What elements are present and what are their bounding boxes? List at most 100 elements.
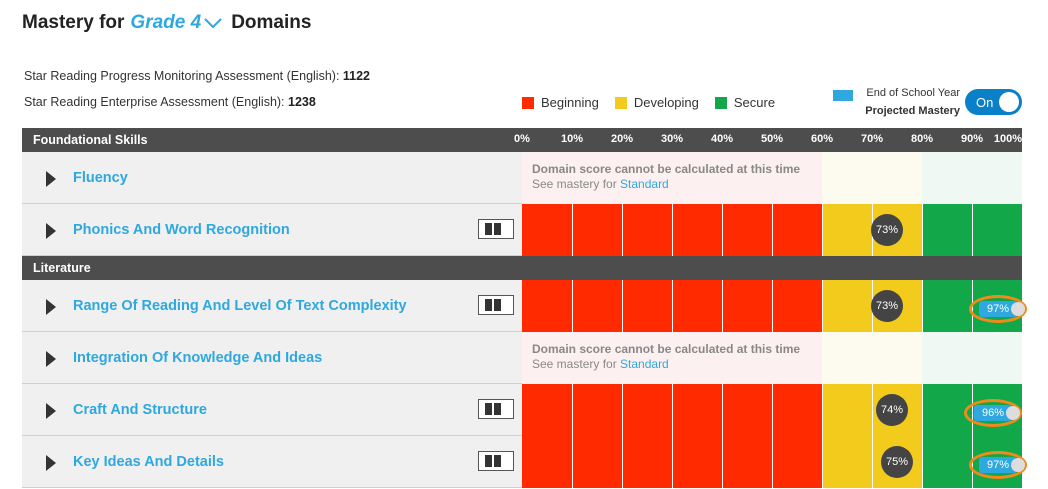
mastery-segment bbox=[522, 384, 572, 436]
legend-label: Developing bbox=[633, 95, 699, 110]
projection-label: End of School Year Projected Mastery bbox=[865, 84, 960, 120]
mastery-zone bbox=[822, 152, 872, 204]
mastery-segment bbox=[572, 204, 622, 256]
mastery-segment bbox=[822, 204, 872, 256]
group-name: Literature bbox=[33, 261, 91, 275]
projected-score-marker: 97% bbox=[969, 295, 1027, 323]
chevron-down-icon[interactable] bbox=[203, 13, 223, 33]
domain-name-link[interactable]: Phonics And Word Recognition bbox=[73, 204, 473, 256]
domain-name-link[interactable]: Craft And Structure bbox=[73, 384, 473, 436]
projected-score-marker: 96% bbox=[964, 399, 1022, 427]
view-icon-block bbox=[494, 299, 501, 311]
mastery-zone bbox=[872, 332, 922, 384]
expand-arrow-icon[interactable] bbox=[46, 351, 56, 367]
projected-score-pill: 97% bbox=[979, 457, 1025, 473]
view-icon-block bbox=[485, 455, 492, 467]
projected-score-marker: 97% bbox=[969, 451, 1027, 479]
scale-tick: 20% bbox=[610, 133, 634, 145]
mastery-segment bbox=[672, 280, 722, 332]
current-score-marker: 73% bbox=[871, 290, 903, 322]
expand-arrow-icon[interactable] bbox=[46, 299, 56, 315]
domain-row: Key Ideas And Details 75% 97% bbox=[22, 436, 1027, 488]
standards-view-button[interactable] bbox=[478, 451, 514, 471]
scale-tick: 70% bbox=[860, 133, 884, 145]
projection-label-line2: Projected Mastery bbox=[865, 105, 960, 117]
mastery-segment bbox=[672, 436, 722, 488]
standard-link[interactable]: Standard bbox=[620, 177, 669, 191]
title-suffix: Domains bbox=[231, 12, 312, 33]
expand-arrow-icon[interactable] bbox=[46, 403, 56, 419]
mastery-segment bbox=[572, 280, 622, 332]
group-name: Foundational Skills bbox=[33, 133, 148, 147]
grade-selector[interactable]: Grade 4 bbox=[130, 12, 201, 34]
projection-label-line1: End of School Year bbox=[866, 87, 960, 99]
assessment-label: Star Reading Progress Monitoring Assessm… bbox=[24, 69, 343, 83]
legend-swatch bbox=[614, 96, 627, 109]
scale-tick: 30% bbox=[660, 133, 684, 145]
mastery-bar bbox=[522, 436, 1022, 488]
mastery-segment bbox=[622, 204, 672, 256]
mastery-bar bbox=[522, 384, 1022, 436]
assessment-score-1: Star Reading Progress Monitoring Assessm… bbox=[24, 69, 370, 83]
mastery-unavailable: Domain score cannot be calculated at thi… bbox=[522, 152, 1022, 204]
domain-name-link[interactable]: Key Ideas And Details bbox=[73, 436, 473, 488]
toggle-label: On bbox=[976, 95, 994, 110]
scale-tick: 60% bbox=[810, 133, 834, 145]
mastery-bar bbox=[522, 204, 1022, 256]
mastery-segment bbox=[922, 204, 972, 256]
standards-view-button[interactable] bbox=[478, 295, 514, 315]
mastery-segment bbox=[722, 384, 772, 436]
scale-tick: 0% bbox=[514, 133, 530, 145]
mastery-segment bbox=[722, 204, 772, 256]
scale-tick: 10% bbox=[560, 133, 584, 145]
mastery-zone bbox=[922, 152, 972, 204]
mastery-zone bbox=[972, 332, 1022, 384]
mastery-zone bbox=[872, 152, 922, 204]
expand-arrow-icon[interactable] bbox=[46, 171, 56, 187]
mastery-segment bbox=[772, 436, 822, 488]
assessment-score: 1238 bbox=[288, 95, 316, 109]
projection-toggle[interactable]: On bbox=[965, 89, 1022, 115]
mastery-table: Foundational Skills 0% 10% 20% 30% 40% 50% 60% 7… bbox=[22, 128, 1027, 488]
mastery-segment bbox=[822, 436, 872, 488]
domain-row: Phonics And Word Recognition 73% bbox=[22, 204, 1022, 256]
unavailable-text: Domain score cannot be calculated at thi… bbox=[532, 342, 801, 356]
mastery-segment bbox=[672, 204, 722, 256]
legend-label: Secure bbox=[733, 95, 776, 110]
domain-name-link[interactable]: Integration Of Knowledge And Ideas bbox=[73, 332, 473, 384]
toggle-knob[interactable] bbox=[999, 92, 1019, 112]
domain-name-link[interactable]: Range Of Reading And Level Of Text Compl… bbox=[73, 280, 473, 332]
mastery-segment bbox=[822, 384, 872, 436]
mastery-segment bbox=[972, 204, 1022, 256]
standards-view-button[interactable] bbox=[478, 219, 514, 239]
group-header: Literature bbox=[22, 256, 1022, 280]
mastery-segment bbox=[622, 436, 672, 488]
view-icon-block bbox=[485, 223, 492, 235]
standards-view-button[interactable] bbox=[478, 399, 514, 419]
domain-row: Range Of Reading And Level Of Text Compl… bbox=[22, 280, 1027, 332]
view-icon-block bbox=[494, 403, 501, 415]
unavailable-message: Domain score cannot be calculated at thi… bbox=[532, 162, 800, 192]
mastery-segment bbox=[772, 280, 822, 332]
domain-row: Craft And Structure 74% 96% bbox=[22, 384, 1022, 436]
mastery-segment bbox=[522, 436, 572, 488]
see-mastery-text: See mastery for bbox=[532, 357, 621, 371]
current-score-marker: 75% bbox=[881, 446, 913, 478]
expand-arrow-icon[interactable] bbox=[46, 223, 56, 239]
see-mastery-text: See mastery for bbox=[532, 177, 621, 191]
projected-score-pill: 97% bbox=[979, 301, 1025, 317]
mastery-segment bbox=[922, 280, 972, 332]
legend-item-developing: Developing bbox=[614, 95, 699, 110]
mastery-segment bbox=[922, 436, 972, 488]
mastery-segment bbox=[522, 204, 572, 256]
mastery-segment bbox=[572, 384, 622, 436]
mastery-segment bbox=[722, 280, 772, 332]
expand-arrow-icon[interactable] bbox=[46, 455, 56, 471]
mastery-segment bbox=[522, 280, 572, 332]
projected-score-pill: 96% bbox=[974, 405, 1020, 421]
view-icon-block bbox=[485, 403, 492, 415]
domain-name-link[interactable]: Fluency bbox=[73, 152, 473, 204]
current-score-marker: 74% bbox=[876, 394, 908, 426]
unavailable-message: Domain score cannot be calculated at thi… bbox=[532, 342, 800, 372]
standard-link[interactable]: Standard bbox=[620, 357, 669, 371]
